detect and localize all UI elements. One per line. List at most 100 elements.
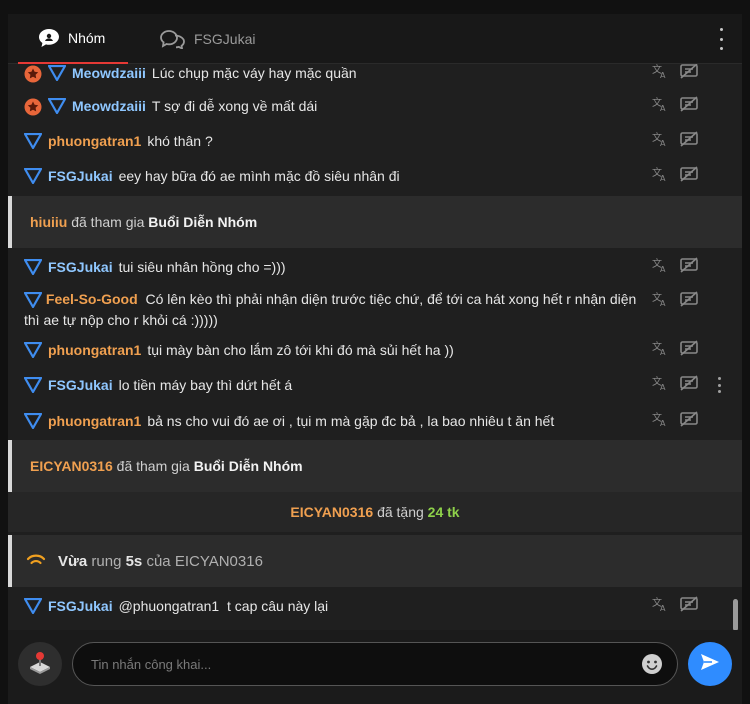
list-item: Meowdzaiii Lúc chụp mặc váy hay mặc quần… (8, 64, 742, 87)
buzz-label: Vừa (58, 552, 88, 570)
chat-panel: Nhóm FSGJukai Meowdzaiii Lúc chụp mặc vá… (8, 14, 742, 704)
translate-icon[interactable]: 文A (652, 340, 668, 362)
message-list[interactable]: Meowdzaiii Lúc chụp mặc váy hay mặc quần… (8, 64, 742, 630)
report-icon[interactable] (680, 257, 698, 279)
svg-text:A: A (660, 383, 666, 391)
report-icon[interactable] (680, 340, 698, 362)
report-icon[interactable] (680, 166, 698, 188)
message-input-wrapper (72, 642, 678, 686)
svg-text:A: A (660, 71, 666, 79)
scrollbar-thumb[interactable] (733, 599, 738, 631)
triangle-badge-icon (23, 132, 43, 151)
translate-icon[interactable]: 文A (652, 291, 668, 313)
svg-text:A: A (660, 419, 666, 427)
message-text: tui siêu nhân hồng cho =))) (118, 259, 286, 275)
message-username[interactable]: FSGJukai (48, 375, 113, 396)
translate-icon[interactable]: 文A (652, 96, 668, 118)
triangle-badge-icon (23, 258, 43, 277)
svg-text:A: A (660, 174, 666, 182)
list-item: FSGJukai @phuongatran1 t cap câu này lại… (8, 594, 742, 620)
join-notice: EICYAN0316 đã tham gia Buổi Diễn Nhóm (8, 440, 742, 492)
list-item: Meowdzaiii T sợ đi dễ xong về mất dái 文A (8, 94, 742, 120)
translate-icon[interactable]: 文A (652, 375, 668, 397)
gift-notice: EICYAN0316 đã tặng 24 tk (8, 492, 742, 532)
list-item: phuongatran1 bả ns cho vui đó ae ơi , tụ… (8, 409, 742, 435)
triangle-badge-icon (47, 64, 67, 83)
message-username[interactable]: FSGJukai (48, 596, 113, 617)
buzz-username[interactable]: EICYAN0316 (175, 553, 263, 570)
emoji-icon[interactable] (641, 653, 663, 675)
message-username[interactable]: FSGJukai (48, 257, 113, 278)
tab-group-label: Nhóm (68, 30, 106, 46)
message-input[interactable] (73, 644, 641, 684)
report-icon[interactable] (680, 131, 698, 153)
report-icon[interactable] (680, 64, 698, 85)
list-item: Feel-So-Good Có lên kèo thì phải nhận di… (8, 289, 742, 333)
report-icon[interactable] (680, 96, 698, 118)
more-options-icon[interactable] (716, 28, 726, 50)
message-text: tụi mày bàn cho lắm zô tới khi đó mà sủi… (147, 342, 454, 358)
join-username[interactable]: EICYAN0316 (30, 458, 113, 474)
gift-amount: 24 tk (427, 504, 460, 520)
message-username[interactable]: phuongatran1 (48, 411, 141, 432)
report-icon[interactable] (680, 375, 698, 397)
join-username[interactable]: hiuiiu (30, 214, 67, 230)
join-room: Buổi Diễn Nhóm (148, 214, 258, 230)
triangle-badge-icon (23, 341, 43, 360)
join-action: đã tham gia (116, 458, 190, 474)
translate-icon[interactable]: 文A (652, 411, 668, 433)
svg-text:A: A (660, 104, 666, 112)
svg-text:A: A (660, 139, 666, 147)
translate-icon[interactable]: 文A (652, 64, 668, 85)
buzz-of: của (146, 552, 171, 570)
join-room: Buổi Diễn Nhóm (193, 458, 303, 474)
list-item: phuongatran1 khó thân ? 文A (8, 129, 742, 155)
list-item: FSGJukai lo tiền máy bay thì dứt hết á 文… (8, 373, 742, 399)
chat-tabs: Nhóm FSGJukai (8, 14, 742, 64)
send-button[interactable] (688, 642, 732, 686)
send-icon (700, 653, 720, 676)
message-username[interactable]: phuongatran1 (48, 131, 141, 152)
message-text: T sợ đi dễ xong về mất dái (151, 98, 318, 114)
list-item: FSGJukai tui siêu nhân hồng cho =))) 文A (8, 255, 742, 281)
join-action: đã tham gia (71, 214, 145, 230)
group-chat-icon (38, 28, 60, 48)
report-icon[interactable] (680, 596, 698, 618)
message-username[interactable]: Feel-So-Good (46, 291, 138, 307)
buzz-notice: Vừa rung 5s của EICYAN0316 (8, 535, 742, 587)
triangle-badge-icon (23, 291, 43, 309)
message-composer (8, 630, 742, 704)
svg-text:A: A (660, 348, 666, 356)
triangle-badge-icon (23, 167, 43, 186)
gift-username[interactable]: EICYAN0316 (290, 504, 373, 520)
triangle-badge-icon (23, 412, 43, 431)
message-username[interactable]: Meowdzaiii (72, 96, 146, 117)
buzz-word: rung (91, 552, 122, 570)
message-text: lo tiền máy bay thì dứt hết á (118, 377, 293, 393)
translate-icon[interactable]: 文A (652, 166, 668, 188)
list-item: FSGJukai eey hay bữa đó ae mình mặc đồ s… (8, 164, 742, 190)
vibration-icon (26, 552, 46, 572)
triangle-badge-icon (23, 376, 43, 395)
report-icon[interactable] (680, 411, 698, 433)
svg-text:A: A (660, 604, 666, 612)
join-notice: hiuiiu đã tham gia Buổi Diễn Nhóm (8, 196, 742, 248)
star-badge-icon (24, 98, 42, 116)
report-icon[interactable] (680, 291, 698, 313)
message-text: khó thân ? (147, 133, 213, 149)
tab-group[interactable]: Nhóm (18, 14, 128, 64)
message-username[interactable]: FSGJukai (48, 166, 113, 187)
svg-text:A: A (660, 265, 666, 273)
message-text: bả ns cho vui đó ae ơi , tụi m mà gặp đc… (147, 413, 555, 429)
star-badge-icon (24, 65, 42, 83)
message-username[interactable]: Meowdzaiii (72, 64, 146, 84)
message-text: @phuongatran1 t cap câu này lại (118, 598, 329, 614)
message-username[interactable]: phuongatran1 (48, 340, 141, 361)
message-more-icon[interactable] (718, 377, 722, 393)
tab-fsgjukai[interactable]: FSGJukai (160, 14, 255, 64)
translate-icon[interactable]: 文A (652, 596, 668, 618)
chat-bubbles-icon (160, 29, 186, 49)
translate-icon[interactable]: 文A (652, 257, 668, 279)
translate-icon[interactable]: 文A (652, 131, 668, 153)
joystick-button[interactable] (18, 642, 62, 686)
